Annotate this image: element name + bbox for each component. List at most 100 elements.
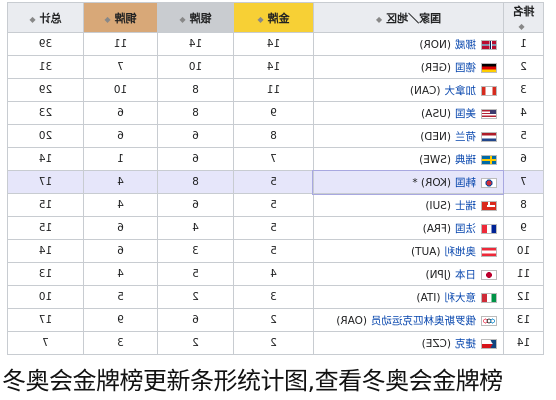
silver-cell: 6 bbox=[157, 124, 234, 148]
silver-cell: 5 bbox=[157, 262, 234, 286]
rank-header[interactable]: 排名◆ bbox=[503, 2, 544, 33]
nation-link[interactable]: 俄罗斯奥林匹克运动员 bbox=[371, 315, 476, 327]
nation-code: (GER) bbox=[420, 61, 451, 74]
silver-header[interactable]: 银牌◆ bbox=[157, 2, 234, 33]
gold-cell: 2 bbox=[233, 331, 314, 355]
nation-link[interactable]: 瑞士 bbox=[455, 200, 476, 212]
medal-table-body: 1 挪威(NOR) 14 14 11 39 2 德国(GER) 14 10 7 31 3 加拿大(CAN)… bbox=[7, 32, 544, 355]
total-cell: 15 bbox=[7, 193, 84, 217]
gold-cell: 8 bbox=[233, 124, 314, 148]
table-row: 11 日本(JPN) 4 5 4 13 bbox=[7, 262, 544, 286]
total-cell: 17 bbox=[7, 308, 84, 332]
bronze-cell: 5 bbox=[83, 285, 158, 309]
gold-cell: 4 bbox=[233, 262, 314, 286]
table-row: 5 荷兰(NED) 8 6 6 20 bbox=[7, 124, 544, 148]
nation-header[interactable]: 国家／地区◆ bbox=[313, 2, 504, 33]
total-cell: 29 bbox=[7, 78, 84, 102]
flag-usa-icon bbox=[481, 108, 497, 119]
nation-link[interactable]: 意大利 bbox=[445, 292, 477, 304]
silver-cell: 6 bbox=[157, 147, 234, 171]
nation-cell: 美国 (USA) bbox=[313, 101, 504, 125]
nation-link[interactable]: 美国 bbox=[455, 108, 476, 120]
silver-cell: 6 bbox=[157, 308, 234, 332]
sort-icon[interactable]: ◆ bbox=[518, 22, 524, 31]
rank-cell: 2 bbox=[503, 55, 544, 79]
nation-cell: 日本 (JPN) bbox=[313, 262, 504, 286]
sort-icon[interactable]: ◆ bbox=[29, 15, 35, 24]
nation-code: (AUT) bbox=[411, 245, 441, 258]
table-row: 2 德国 (GER) 14 10 7 31 bbox=[7, 55, 544, 79]
rank-cell: 10 bbox=[503, 239, 544, 263]
gold-cell: 14 bbox=[233, 32, 314, 56]
total-cell: 13 bbox=[7, 262, 84, 286]
flag-norway-icon bbox=[481, 39, 497, 50]
gold-cell: 7 bbox=[233, 147, 314, 171]
total-header[interactable]: 总计◆ bbox=[7, 2, 84, 33]
nation-cell: 荷兰 (NED) bbox=[313, 124, 504, 148]
nation-link[interactable]: 韩国 bbox=[455, 177, 476, 189]
nation-code: (NED) bbox=[420, 130, 451, 143]
rank-cell: 4 bbox=[503, 101, 544, 125]
total-cell: 14 bbox=[7, 147, 84, 171]
sort-icon[interactable]: ◆ bbox=[257, 15, 263, 24]
nation-link[interactable]: 瑞典 bbox=[455, 154, 476, 166]
table-row: 14 捷克(CZE) 2 2 3 7 bbox=[7, 331, 544, 355]
bronze-cell: 6 bbox=[83, 239, 158, 263]
nation-cell: 法国 (FRA) bbox=[313, 216, 504, 240]
nation-code: (NOR) bbox=[419, 38, 451, 51]
table-row: 10 奥地利 (AUT) 5 3 6 14 bbox=[7, 239, 544, 263]
nation-code: (JPN) bbox=[425, 268, 451, 281]
rank-cell: 14 bbox=[503, 331, 544, 355]
nation-cell: 奥地利 (AUT) bbox=[313, 239, 504, 263]
bronze-cell: 4 bbox=[83, 262, 158, 286]
nation-link[interactable]: 德国 bbox=[455, 62, 476, 74]
nation-link[interactable]: 日本 bbox=[455, 269, 476, 281]
bronze-cell: 4 bbox=[83, 193, 158, 217]
flag-austria-icon bbox=[481, 246, 497, 257]
gold-cell: 5 bbox=[233, 170, 314, 194]
silver-cell: 14 bbox=[157, 32, 234, 56]
nation-code: (SWE) bbox=[419, 153, 451, 166]
bronze-header[interactable]: 铜牌◆ bbox=[83, 2, 158, 33]
flag-germany-icon bbox=[481, 62, 497, 73]
gold-cell: 9 bbox=[233, 101, 314, 125]
gold-cell: 2 bbox=[233, 308, 314, 332]
silver-cell: 6 bbox=[157, 193, 234, 217]
rank-cell: 1 bbox=[503, 32, 544, 56]
gold-header[interactable]: 金牌◆ bbox=[233, 2, 314, 33]
total-cell: 15 bbox=[7, 216, 84, 240]
gold-cell: 5 bbox=[233, 216, 314, 240]
nation-cell: 意大利 (ITA) bbox=[313, 285, 504, 309]
nation-link[interactable]: 奥地利 bbox=[445, 246, 477, 258]
nation-link[interactable]: 法国 bbox=[455, 223, 476, 235]
table-row: 3 加拿大 (CAN) 11 8 10 29 bbox=[7, 78, 544, 102]
nation-link[interactable]: 挪威 bbox=[455, 39, 476, 51]
nation-code: (SUI) bbox=[425, 199, 451, 212]
nation-code: (CAN) bbox=[409, 84, 441, 97]
nation-link[interactable]: 捷克 bbox=[455, 338, 476, 350]
sort-icon[interactable]: ◆ bbox=[179, 15, 185, 24]
total-cell: 23 bbox=[7, 101, 84, 125]
screenshot-stage: 排名◆ 国家／地区◆ 金牌◆ 银牌◆ 铜牌◆ 总计◆ 1 挪威(NOR) 14 14 1… bbox=[0, 0, 556, 400]
silver-cell: 8 bbox=[157, 78, 234, 102]
total-cell: 20 bbox=[7, 124, 84, 148]
silver-cell: 2 bbox=[157, 331, 234, 355]
nation-link[interactable]: 加拿大 bbox=[445, 85, 477, 97]
total-cell: 17 bbox=[7, 170, 84, 194]
medal-table: 排名◆ 国家／地区◆ 金牌◆ 银牌◆ 铜牌◆ 总计◆ 1 挪威(NOR) 14 14 1… bbox=[7, 2, 544, 355]
gold-cell: 11 bbox=[233, 78, 314, 102]
nation-code: (ITA) bbox=[416, 291, 441, 304]
silver-cell: 8 bbox=[157, 101, 234, 125]
flag-czech-icon bbox=[481, 338, 497, 349]
nation-code: (USA) bbox=[421, 107, 451, 120]
nation-cell: 挪威 (NOR) bbox=[313, 32, 504, 56]
nation-link[interactable]: 荷兰 bbox=[455, 131, 476, 143]
total-cell: 39 bbox=[7, 32, 84, 56]
table-row: 4 美国 (USA) 9 8 6 23 bbox=[7, 101, 544, 125]
flag-japan-icon bbox=[481, 269, 497, 280]
rank-cell: 8 bbox=[503, 193, 544, 217]
table-row: 12 意大利 (ITA) 3 2 5 10 bbox=[7, 285, 544, 309]
sort-icon[interactable]: ◆ bbox=[376, 15, 382, 24]
sort-icon[interactable]: ◆ bbox=[104, 15, 110, 24]
flag-netherlands-icon bbox=[481, 131, 497, 142]
